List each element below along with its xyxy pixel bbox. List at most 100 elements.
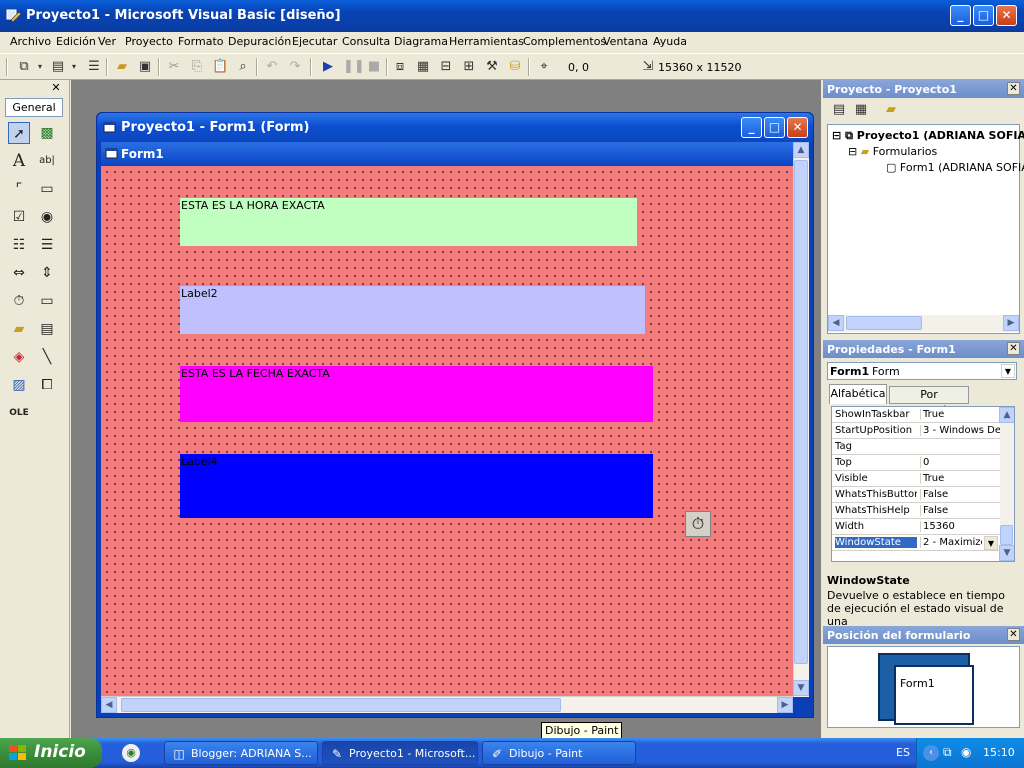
chevron-down-icon[interactable]: ▼ (1001, 364, 1015, 378)
tab-alfabetica[interactable]: Alfabética (829, 384, 887, 404)
menu-formato[interactable]: Formato (178, 35, 224, 48)
property-row[interactable]: WhatsThisButton False (832, 487, 1000, 503)
quicklaunch-media-icon[interactable]: ◉ (122, 744, 140, 762)
pointer-tool-icon[interactable]: ➚ (8, 122, 30, 144)
object-selector[interactable]: Form1 Form ▼ (827, 362, 1017, 380)
data-view-icon[interactable]: ⛁ (507, 59, 523, 75)
property-row[interactable]: Top 0 (832, 455, 1000, 471)
dropdown-arrow-icon[interactable]: ▾ (32, 59, 48, 75)
start-button[interactable]: Inicio (0, 738, 102, 768)
label4[interactable]: Label4 (180, 454, 653, 518)
menu-editor-icon[interactable]: ☰ (86, 59, 102, 75)
property-scroll-thumb[interactable] (1000, 525, 1013, 545)
properties-close-icon[interactable]: ✕ (1007, 342, 1020, 355)
timer-control-icon[interactable]: ⏱ (685, 511, 711, 537)
property-row[interactable]: Visible True (832, 471, 1000, 487)
form1-caption-bar[interactable]: Form1 (101, 142, 809, 166)
frame-tool-icon[interactable]: ⌜ (8, 178, 30, 200)
add-project-icon[interactable]: ⧉ (16, 59, 32, 75)
object-browser-icon[interactable]: ⊞ (461, 59, 477, 75)
toolbar-grip[interactable] (6, 58, 8, 76)
find-icon[interactable]: ⌕ (235, 59, 251, 75)
commandbutton-tool-icon[interactable]: ▭ (36, 178, 58, 200)
form1-node[interactable]: ▢ Form1 (ADRIANA SOFIA (886, 161, 1024, 174)
menu-herramientas[interactable]: Herramientas (449, 35, 524, 48)
hscrollbar-tool-icon[interactable]: ⇔ (8, 262, 30, 284)
menu-complementos[interactable]: Complementos (523, 35, 606, 48)
paste-icon[interactable]: 📋 (212, 59, 228, 75)
menu-proyecto[interactable]: Proyecto (125, 35, 173, 48)
collapse-icon[interactable]: ⊟ (832, 129, 841, 142)
form-window-title-bar[interactable]: Proyecto1 - Form1 (Form) _ □ ✕ (97, 113, 813, 142)
open-project-icon[interactable]: ▰ (114, 59, 130, 75)
timer-tool-icon[interactable]: ⏱ (8, 290, 30, 312)
project-explorer-icon[interactable]: ⧈ (392, 59, 408, 75)
start-icon[interactable]: ▶ (320, 59, 336, 75)
task-paint[interactable]: ✐ Dibujo - Paint (482, 741, 636, 765)
task-visual-basic[interactable]: ✎ Proyecto1 - Microsoft... (322, 741, 478, 765)
dirlistbox-tool-icon[interactable]: ▰ (8, 318, 30, 340)
redo-icon[interactable]: ↷ (287, 59, 303, 75)
form-layout-icon[interactable]: ⊟ (438, 59, 454, 75)
property-row[interactable]: WhatsThisHelp False (832, 503, 1000, 519)
network-icon[interactable]: ⧉ (943, 745, 952, 760)
form-maximize-button[interactable]: □ (764, 117, 785, 138)
tree-scroll-thumb[interactable] (846, 316, 922, 330)
property-row[interactable]: Width 15360 (832, 519, 1000, 535)
image-tool-icon[interactable]: ▨ (8, 374, 30, 396)
antivirus-icon[interactable]: ◉ (961, 745, 971, 759)
form-position-close-icon[interactable]: ✕ (1007, 628, 1020, 641)
undo-icon[interactable]: ↶ (264, 59, 280, 75)
tray-expand-icon[interactable]: ‹ (923, 745, 939, 761)
menu-ejecutar[interactable]: Ejecutar (292, 35, 337, 48)
form-preview-box[interactable]: Form1 (894, 665, 974, 725)
maximize-button[interactable]: □ (973, 5, 994, 26)
clock[interactable]: 15:10 (983, 746, 1015, 759)
label-tool-icon[interactable]: A (8, 150, 30, 172)
checkbox-tool-icon[interactable]: ☑ (8, 206, 30, 228)
dropdown-arrow-icon[interactable]: ▾ (66, 59, 82, 75)
collapse-icon[interactable]: ⊟ (848, 145, 857, 158)
app-title-bar[interactable]: Proyecto1 - Microsoft Visual Basic [dise… (0, 0, 1024, 32)
scroll-right-icon[interactable]: ▶ (1003, 315, 1019, 331)
menu-diagrama[interactable]: Diagrama (394, 35, 448, 48)
toolbox-tab-general[interactable]: General (5, 98, 63, 117)
chevron-down-icon[interactable]: ▼ (984, 536, 998, 550)
menu-consulta[interactable]: Consulta (342, 35, 390, 48)
tab-por-categorias[interactable]: Por categorías (889, 386, 969, 417)
task-blogger[interactable]: ◫ Blogger: ADRIANA S... (164, 741, 318, 765)
forms-folder-node[interactable]: ⊟ ▰ Formularios (848, 145, 937, 158)
properties-window-icon[interactable]: ▦ (415, 59, 431, 75)
picturebox-tool-icon[interactable]: ▩ (36, 122, 58, 144)
optionbutton-tool-icon[interactable]: ◉ (36, 206, 58, 228)
form-canvas[interactable]: ESTA ES LA HORA EXACTA Label2 ESTA ES LA… (101, 166, 793, 696)
shape-tool-icon[interactable]: ◈ (8, 346, 30, 368)
property-grid-scrollbar[interactable]: ▲ ▼ (999, 407, 1014, 561)
scroll-up-icon[interactable]: ▲ (999, 407, 1014, 423)
menu-ayuda[interactable]: Ayuda (653, 35, 687, 48)
view-object-icon[interactable]: ▦ (853, 102, 869, 118)
toolbox-icon[interactable]: ⚒ (484, 59, 500, 75)
scroll-down-icon[interactable]: ▼ (999, 545, 1014, 561)
scroll-right-icon[interactable]: ▶ (777, 697, 793, 713)
menu-ventana[interactable]: Ventana (603, 35, 648, 48)
scroll-left-icon[interactable]: ◀ (828, 315, 844, 331)
form-close-button[interactable]: ✕ (787, 117, 808, 138)
form-horizontal-scrollbar[interactable]: ◀ ▶ (101, 696, 793, 713)
language-indicator[interactable]: ES (896, 746, 910, 759)
combobox-tool-icon[interactable]: ☷ (8, 234, 30, 256)
textbox-tool-icon[interactable]: ab| (36, 150, 58, 172)
vscrollbar-tool-icon[interactable]: ⇕ (36, 262, 58, 284)
stop-icon[interactable]: ■ (366, 59, 382, 75)
form-vertical-scrollbar[interactable]: ▲ ▼ (793, 142, 809, 697)
minimize-button[interactable]: _ (950, 5, 971, 26)
cut-icon[interactable]: ✂ (166, 59, 182, 75)
toggle-folders-icon[interactable]: ▰ (883, 102, 899, 118)
scroll-down-icon[interactable]: ▼ (793, 680, 809, 696)
view-code-icon[interactable]: ▤ (831, 102, 847, 118)
scroll-up-icon[interactable]: ▲ (793, 142, 809, 158)
property-row[interactable]: ShowInTaskbar True (832, 407, 1000, 423)
form-minimize-button[interactable]: _ (741, 117, 762, 138)
save-icon[interactable]: ▣ (137, 59, 153, 75)
project-root-node[interactable]: ⊟ ⧉ Proyecto1 (ADRIANA SOFIA (832, 129, 1024, 143)
